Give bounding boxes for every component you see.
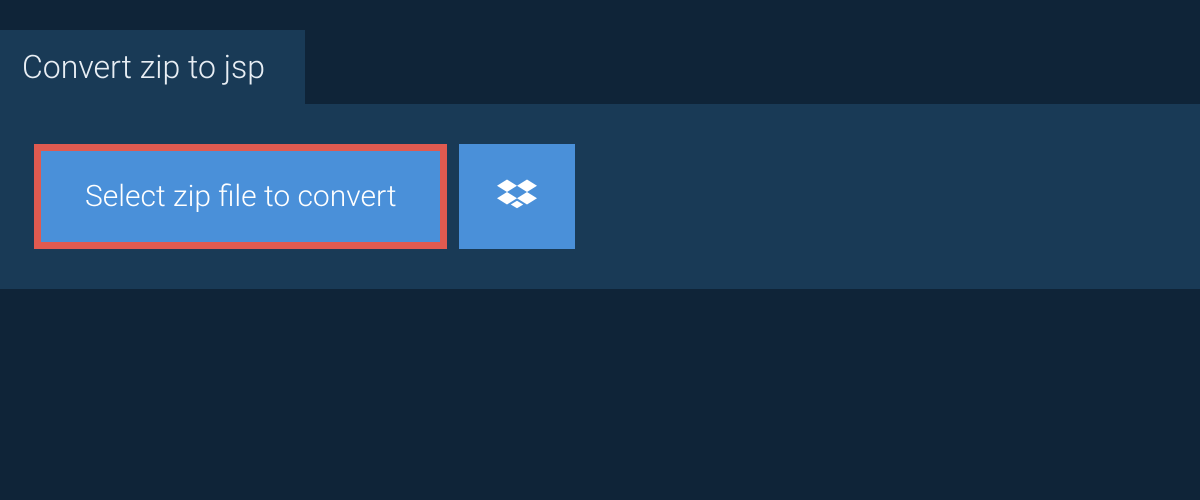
- main-panel: Select zip file to convert: [0, 104, 1200, 289]
- tab-header: Convert zip to jsp: [0, 30, 305, 104]
- button-row: Select zip file to convert: [34, 144, 1166, 249]
- select-file-button[interactable]: Select zip file to convert: [34, 144, 447, 249]
- select-file-label: Select zip file to convert: [85, 179, 396, 214]
- dropbox-icon: [497, 177, 537, 217]
- dropbox-button[interactable]: [459, 144, 575, 249]
- page-title: Convert zip to jsp: [22, 48, 265, 86]
